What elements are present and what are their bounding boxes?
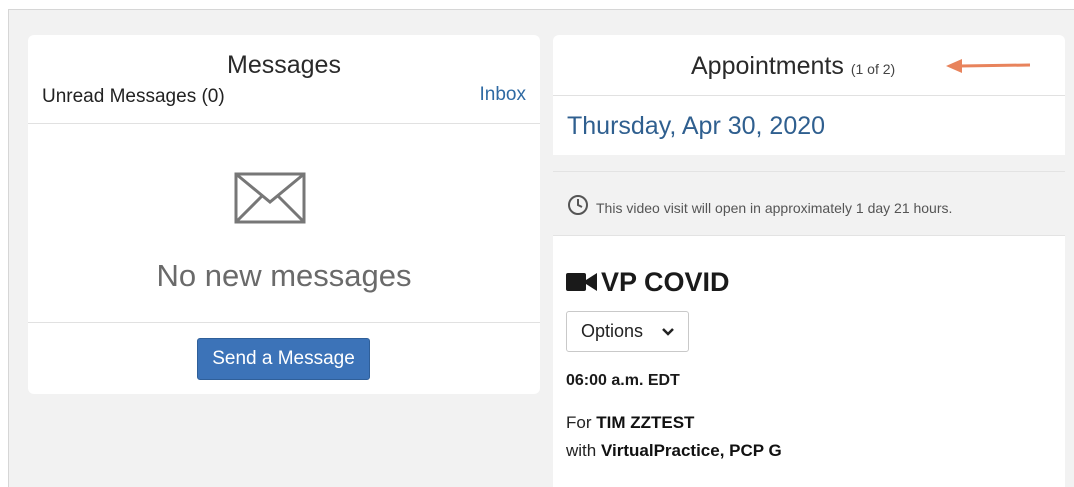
appointment-patient-line: For TIM ZZTEST [566, 413, 694, 433]
patient-name: TIM ZZTEST [596, 413, 695, 432]
appointments-header: Appointments (1 of 2) Thursday, Apr 30, … [553, 35, 1065, 155]
appointments-header-divider [553, 95, 1065, 96]
no-messages-text: No new messages [156, 258, 412, 293]
with-prefix: with [566, 441, 597, 460]
chevron-down-icon [662, 328, 674, 336]
envelope-icon [234, 172, 306, 224]
visit-name: VP COVID [601, 267, 730, 297]
options-dropdown[interactable]: Options [566, 311, 689, 352]
video-visit-notice-text: This video visit will open in approximat… [596, 200, 953, 216]
appointment-time: 06:00 a.m. EDT [566, 372, 680, 389]
messages-card: Messages Unread Messages (0) Inbox No ne… [28, 35, 540, 394]
appointment-provider-line: with VirtualPractice, PCP G [566, 441, 782, 461]
for-prefix: For [566, 413, 592, 432]
messages-footer-divider [28, 322, 540, 323]
appointment-date: Thursday, Apr 30, 2020 [567, 112, 826, 140]
appointments-title-text: Appointments [691, 52, 844, 80]
appointments-count: (1 of 2) [850, 61, 896, 77]
appointments-card: Appointments (1 of 2) Thursday, Apr 30, … [553, 35, 1065, 487]
messages-header-divider [28, 123, 540, 124]
messages-title: Messages [227, 51, 341, 79]
video-visit-notice: This video visit will open in approximat… [553, 171, 1065, 235]
appointments-title: Appointments (1 of 2) [691, 52, 895, 81]
video-camera-icon [566, 273, 597, 291]
arrow-left-icon [946, 59, 1031, 73]
appointment-details: VP COVID Options 06:00 a.m. EDT For TIM … [553, 235, 1065, 487]
clock-icon [568, 195, 588, 215]
unread-messages-label: Unread Messages (0) [42, 86, 225, 107]
options-label: Options [581, 321, 644, 341]
send-message-button[interactable]: Send a Message [197, 338, 370, 380]
provider-name: VirtualPractice, PCP G [600, 441, 782, 460]
inbox-link[interactable]: Inbox [480, 84, 526, 106]
